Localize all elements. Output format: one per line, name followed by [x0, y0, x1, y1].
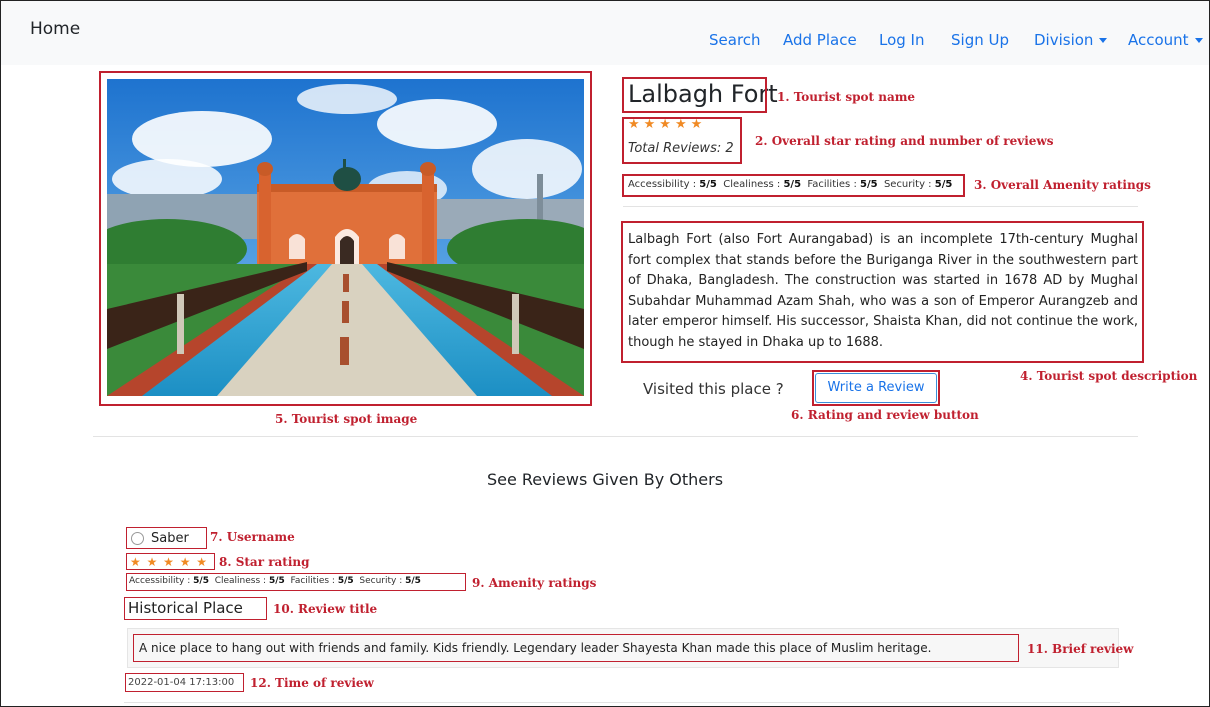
account-label: Account — [1128, 31, 1189, 49]
annotation-label-6: 6. Rating and review button — [791, 408, 979, 422]
nav-account-dropdown[interactable]: Account — [1128, 31, 1203, 49]
annotation-box-review-amenities — [126, 573, 466, 591]
nav-search-link[interactable]: Search — [709, 31, 761, 49]
section-divider — [93, 436, 1138, 437]
annotation-label-2: 2. Overall star rating and number of rev… — [755, 134, 1054, 148]
annotation-label-9: 9. Amenity ratings — [472, 576, 597, 590]
annotation-label-12: 12. Time of review — [250, 676, 374, 690]
annotation-label-3: 3. Overall Amenity ratings — [974, 178, 1151, 192]
visited-prompt: Visited this place ? — [643, 380, 784, 398]
division-label: Division — [1034, 31, 1094, 49]
annotation-box-stars — [126, 553, 215, 570]
review-divider — [124, 702, 1120, 703]
annotation-label-10: 10. Review title — [273, 602, 378, 616]
nav-sign-up-link[interactable]: Sign Up — [951, 31, 1009, 49]
annotation-box-rating — [622, 117, 742, 164]
annotation-label-1: 1. Tourist spot name — [777, 90, 916, 104]
annotation-box-name — [622, 77, 767, 113]
annotation-box-amenities — [622, 174, 965, 197]
annotation-box-review-title — [124, 597, 267, 620]
annotation-label-5: 5. Tourist spot image — [275, 412, 418, 426]
reviews-heading: See Reviews Given By Others — [486, 470, 724, 489]
navbar: Home Search Add Place Log In Sign Up Div… — [1, 1, 1209, 65]
nav-add-place-link[interactable]: Add Place — [783, 31, 857, 49]
annotation-box-brief — [133, 634, 1019, 662]
annotation-label-8: 8. Star rating — [219, 555, 310, 569]
annotation-box-time — [125, 673, 244, 692]
annotation-box-description — [621, 221, 1144, 363]
divider — [623, 206, 1138, 207]
annotation-box-image — [99, 71, 592, 406]
annotation-box-username — [126, 527, 207, 549]
home-brand-link[interactable]: Home — [30, 19, 80, 39]
annotation-label-4: 4. Tourist spot description — [1020, 369, 1198, 383]
chevron-down-icon — [1099, 38, 1108, 43]
annotation-box-button — [812, 370, 940, 406]
nav-division-dropdown[interactable]: Division — [1034, 31, 1108, 49]
nav-log-in-link[interactable]: Log In — [879, 31, 925, 49]
chevron-down-icon — [1194, 38, 1203, 43]
annotation-label-11: 11. Brief review — [1027, 642, 1134, 656]
annotation-label-7: 7. Username — [210, 530, 295, 544]
